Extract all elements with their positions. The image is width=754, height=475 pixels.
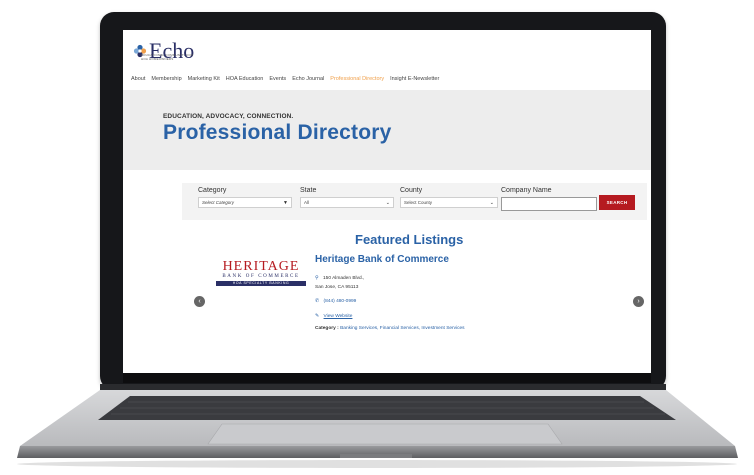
page-title: Professional Directory	[163, 121, 392, 144]
state-select[interactable]: All ⌄	[300, 197, 394, 208]
screen-bezel-bottom	[123, 373, 651, 383]
hero-eyebrow: EDUCATION, ADVOCACY, CONNECTION.	[163, 113, 294, 120]
category-values[interactable]: Banking Services, Financial Services, In…	[340, 326, 465, 331]
carousel-next-button[interactable]: ›	[633, 296, 644, 307]
featured-listings-heading: Featured Listings	[355, 232, 464, 247]
nav-item-insight-newsletter[interactable]: Insight E-Newsletter	[390, 76, 439, 82]
category-filter: Category Select Category ▼	[198, 187, 292, 208]
chevron-down-icon: ⌄	[385, 200, 390, 206]
view-website-link[interactable]: View Website	[324, 314, 353, 319]
search-button[interactable]: SEARCH	[599, 195, 635, 210]
caret-down-icon: ▼	[283, 200, 288, 206]
county-filter: County Select County ⌄	[400, 187, 498, 208]
listing-address: ⚲ 150 Almaden Blvd.,	[315, 275, 364, 281]
county-label: County	[400, 187, 423, 194]
listing-phone: ✆ (844) 480-0999	[315, 298, 356, 304]
state-filter: State All ⌄	[300, 187, 394, 208]
nav-item-echo-journal[interactable]: Echo Journal	[292, 76, 324, 82]
category-label-text: Category :	[315, 326, 339, 331]
listing-website: ✎ View Website	[315, 313, 352, 319]
nav-item-membership[interactable]: Membership	[151, 76, 181, 82]
link-icon: ✎	[315, 313, 320, 319]
category-label: Category	[198, 187, 227, 194]
chevron-right-icon: ›	[637, 298, 640, 305]
logo-band-text: HOA SPECIALTY BANKING	[216, 281, 306, 286]
company-name-input[interactable]	[501, 197, 597, 211]
phone-link[interactable]: (844) 480-0999	[324, 299, 357, 304]
category-select-value: Select Category	[202, 200, 235, 205]
carousel-prev-button[interactable]: ‹	[194, 296, 205, 307]
nav-item-professional-directory[interactable]: Professional Directory	[330, 76, 384, 82]
address-line-2: San Jose, CA 95113	[315, 285, 359, 290]
logo-sub-text: BANK OF COMMERCE	[222, 274, 300, 279]
listing-city: San Jose, CA 95113	[315, 285, 358, 290]
hero-banner: EDUCATION, ADVOCACY, CONNECTION. Profess…	[123, 90, 651, 170]
company-filter: Company Name	[501, 187, 597, 211]
state-select-value: All	[304, 200, 310, 205]
chevron-left-icon: ‹	[198, 298, 201, 305]
nav-item-hoa-education[interactable]: HOA Education	[226, 76, 264, 82]
laptop-base	[17, 384, 738, 468]
nav-item-marketing-kit[interactable]: Marketing Kit	[188, 76, 220, 82]
category-select[interactable]: Select Category ▼	[198, 197, 292, 208]
state-label: State	[300, 187, 317, 194]
logo-tagline: EDUCATIONAL COMMUNITY FOR HOA HOMEOWNERS	[141, 53, 194, 61]
map-pin-icon: ⚲	[315, 275, 319, 281]
chevron-down-icon: ⌄	[489, 200, 494, 206]
nav-item-events[interactable]: Events	[269, 76, 286, 82]
main-nav: About Membership Marketing Kit HOA Educa…	[131, 76, 439, 82]
address-line-1: 150 Almaden Blvd.,	[323, 276, 365, 281]
heritage-bank-logo[interactable]: HERITAGE BANK OF COMMERCE HOA SPECIALTY …	[216, 260, 306, 286]
phone-icon: ✆	[315, 298, 320, 304]
county-select-value: Select County	[404, 200, 433, 205]
listing-category: Category : Banking Services, Financial S…	[315, 326, 465, 331]
company-name-label: Company Name	[501, 187, 552, 194]
browser-screen: Echo EDUCATIONAL COMMUNITY FOR HOA HOMEO…	[123, 30, 651, 373]
county-select[interactable]: Select County ⌄	[400, 197, 498, 208]
logo-main-text: HERITAGE	[222, 259, 300, 274]
listing-name[interactable]: Heritage Bank of Commerce	[315, 254, 449, 265]
nav-item-about[interactable]: About	[131, 76, 145, 82]
directory-filters: Category Select Category ▼ State All ⌄ C…	[182, 183, 647, 220]
